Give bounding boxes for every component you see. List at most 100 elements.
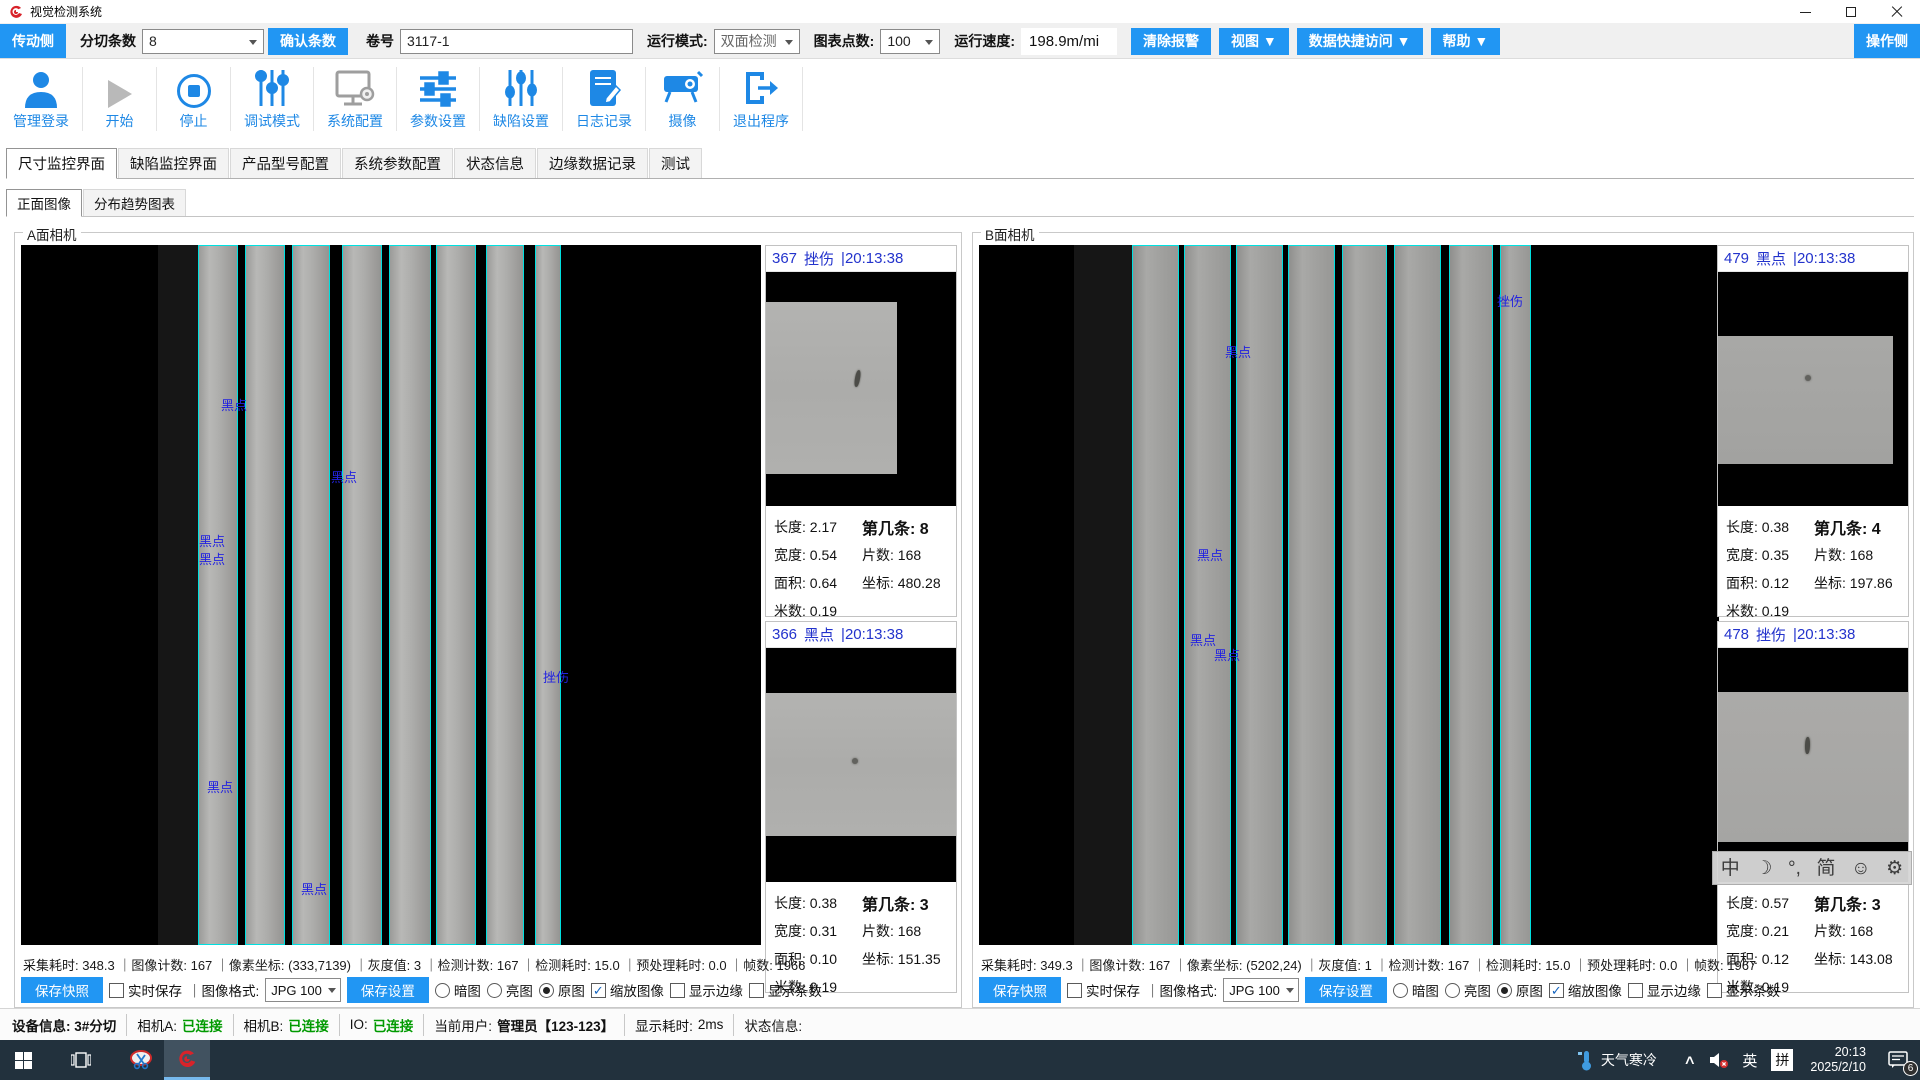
- dark-image-radio[interactable]: [1393, 983, 1408, 998]
- drive-side-button[interactable]: 传动侧: [0, 24, 66, 58]
- volume-button[interactable]: [1701, 1040, 1735, 1080]
- scissors-icon: [129, 1048, 153, 1072]
- start-button[interactable]: 开始: [83, 67, 157, 131]
- exit-program-button[interactable]: 退出程序: [720, 67, 803, 131]
- subtab-distribution-chart[interactable]: 分布趋势图表: [83, 189, 186, 216]
- strip-outline: [245, 245, 285, 945]
- gear-icon[interactable]: [1886, 859, 1903, 878]
- show-edge-checkbox[interactable]: [1628, 983, 1643, 998]
- debug-mode-button[interactable]: 调试模式: [231, 67, 314, 131]
- start-button[interactable]: [0, 1040, 46, 1080]
- defect-time: |20:13:38: [841, 626, 903, 643]
- strip-outline: [1394, 245, 1441, 945]
- defect-card[interactable]: 479 黑点 |20:13:38 长度: 0.38第几条: 4 宽度: 0.35…: [1717, 245, 1909, 617]
- tab-defect-monitor[interactable]: 缺陷监控界面: [118, 148, 229, 178]
- operate-side-button[interactable]: 操作侧: [1854, 24, 1920, 58]
- clear-alarm-button[interactable]: 清除报警: [1131, 28, 1211, 55]
- subtab-front-image[interactable]: 正面图像: [6, 189, 82, 217]
- original-image-radio[interactable]: [539, 983, 554, 998]
- data-quick-access-button[interactable]: 数据快捷访问 ▼: [1297, 28, 1423, 55]
- image-format-select[interactable]: JPG 100: [1223, 978, 1299, 1002]
- restore-button[interactable]: [1828, 0, 1874, 24]
- defect-card[interactable]: 366 黑点 |20:13:38 长度: 0.38第几条: 3 宽度: 0.31…: [765, 621, 957, 993]
- display-time-label: 显示耗时:: [635, 1015, 693, 1035]
- image-format-select[interactable]: JPG 100: [265, 978, 341, 1002]
- defect-card[interactable]: 367 挫伤 |20:13:38 长度: 2.17第几条: 8 宽度: 0.54…: [765, 245, 957, 617]
- tab-status-info[interactable]: 状态信息: [454, 148, 536, 178]
- moon-icon[interactable]: [1755, 859, 1772, 878]
- realtime-save-checkbox[interactable]: [1067, 983, 1082, 998]
- emoji-icon[interactable]: [1851, 859, 1870, 878]
- save-snapshot-button[interactable]: 保存快照: [979, 977, 1061, 1003]
- log-record-button[interactable]: 日志记录: [563, 67, 646, 131]
- sub-tab-strip: 正面图像 分布趋势图表: [6, 189, 1914, 217]
- camera-a-conn-label: 相机A:: [137, 1015, 177, 1035]
- capture-button[interactable]: 摄像: [646, 67, 720, 131]
- show-edge-checkbox[interactable]: [670, 983, 685, 998]
- minimize-button[interactable]: [1782, 0, 1828, 24]
- save-settings-button[interactable]: 保存设置: [347, 977, 429, 1003]
- io-conn-label: IO:: [350, 1017, 368, 1032]
- roll-number-input[interactable]: 3117-1: [400, 29, 633, 54]
- strip-outline: [486, 245, 524, 945]
- windows-logo-icon: [15, 1052, 32, 1069]
- vision-app-taskbar-button[interactable]: [164, 1040, 210, 1080]
- tab-edge-data-record[interactable]: 边缘数据记录: [537, 148, 648, 178]
- strip-outline: [1500, 245, 1531, 945]
- save-settings-button[interactable]: 保存设置: [1305, 977, 1387, 1003]
- close-button[interactable]: [1874, 0, 1920, 24]
- camera-b-image[interactable]: 挫伤 黑点 黑点 黑点 黑点: [979, 245, 1719, 945]
- ime-mode-indicator[interactable]: 拼: [1764, 1040, 1800, 1080]
- save-snapshot-button[interactable]: 保存快照: [21, 977, 103, 1003]
- bright-image-radio[interactable]: [487, 983, 502, 998]
- defect-thumbnail: [766, 272, 956, 506]
- run-mode-select[interactable]: 双面检测: [714, 29, 800, 54]
- defect-card[interactable]: 478 挫伤 |20:13:38 长度: 0.57第几条: 3 宽度: 0.21…: [1717, 621, 1909, 993]
- zoom-image-checkbox[interactable]: [591, 983, 606, 998]
- snipping-tool-button[interactable]: [118, 1040, 164, 1080]
- chart-points-select[interactable]: 100: [880, 29, 940, 54]
- help-menu-button[interactable]: 帮助 ▼: [1431, 28, 1501, 55]
- tab-test[interactable]: 测试: [649, 148, 702, 178]
- stop-button[interactable]: 停止: [157, 67, 231, 131]
- restore-icon: [1846, 7, 1856, 17]
- split-count-select[interactable]: 8: [142, 29, 264, 54]
- weather-widget[interactable]: 天气寒冷: [1570, 1040, 1664, 1080]
- confirm-count-button[interactable]: 确认条数: [268, 28, 348, 55]
- original-image-radio[interactable]: [1497, 983, 1512, 998]
- action-center-button[interactable]: 6: [1876, 1040, 1920, 1080]
- defect-settings-button[interactable]: 缺陷设置: [480, 67, 563, 131]
- tab-product-model-config[interactable]: 产品型号配置: [230, 148, 341, 178]
- zoom-image-checkbox[interactable]: [1549, 983, 1564, 998]
- tray-expand-button[interactable]: ∧: [1678, 1040, 1702, 1080]
- defect-label: 挫伤: [1497, 291, 1523, 310]
- admin-login-button[interactable]: 管理登录: [0, 67, 83, 131]
- tab-size-monitor[interactable]: 尺寸监控界面: [6, 148, 117, 179]
- strip-outline: [1288, 245, 1335, 945]
- system-config-button[interactable]: 系统配置: [314, 67, 397, 131]
- defect-label: 黑点: [1197, 545, 1223, 564]
- icon-toolbar: 管理登录 开始 停止 调试模式 系统配置 参数设置 缺陷设置 日志记录: [0, 60, 1920, 138]
- ime-punctuation-toggle[interactable]: °,: [1788, 859, 1801, 878]
- defect-label: 黑点: [199, 531, 225, 550]
- dark-image-radio[interactable]: [435, 983, 450, 998]
- app-logo-icon: [8, 4, 24, 20]
- clock[interactable]: 20:13 2025/2/10: [1800, 1045, 1876, 1075]
- bright-image-radio[interactable]: [1445, 983, 1460, 998]
- language-indicator[interactable]: 英: [1735, 1040, 1764, 1080]
- ime-lang-toggle[interactable]: 中: [1721, 859, 1740, 878]
- show-count-checkbox[interactable]: [749, 983, 764, 998]
- tab-system-param-config[interactable]: 系统参数配置: [342, 148, 453, 178]
- strip-outline: [292, 245, 330, 945]
- strip-outline: [1449, 245, 1493, 945]
- camera-b-conn-label: 相机B:: [244, 1015, 284, 1035]
- view-menu-button[interactable]: 视图 ▼: [1219, 28, 1289, 55]
- task-view-button[interactable]: [58, 1040, 104, 1080]
- ime-charset-toggle[interactable]: 简: [1817, 859, 1836, 878]
- realtime-save-checkbox[interactable]: [109, 983, 124, 998]
- play-icon: [108, 67, 132, 108]
- parameter-settings-button[interactable]: 参数设置: [397, 67, 480, 131]
- show-count-checkbox[interactable]: [1707, 983, 1722, 998]
- camera-a-image[interactable]: 黑点 黑点 黑点 黑点 挫伤 黑点 黑点: [21, 245, 761, 945]
- projector-camera-icon: [662, 67, 704, 108]
